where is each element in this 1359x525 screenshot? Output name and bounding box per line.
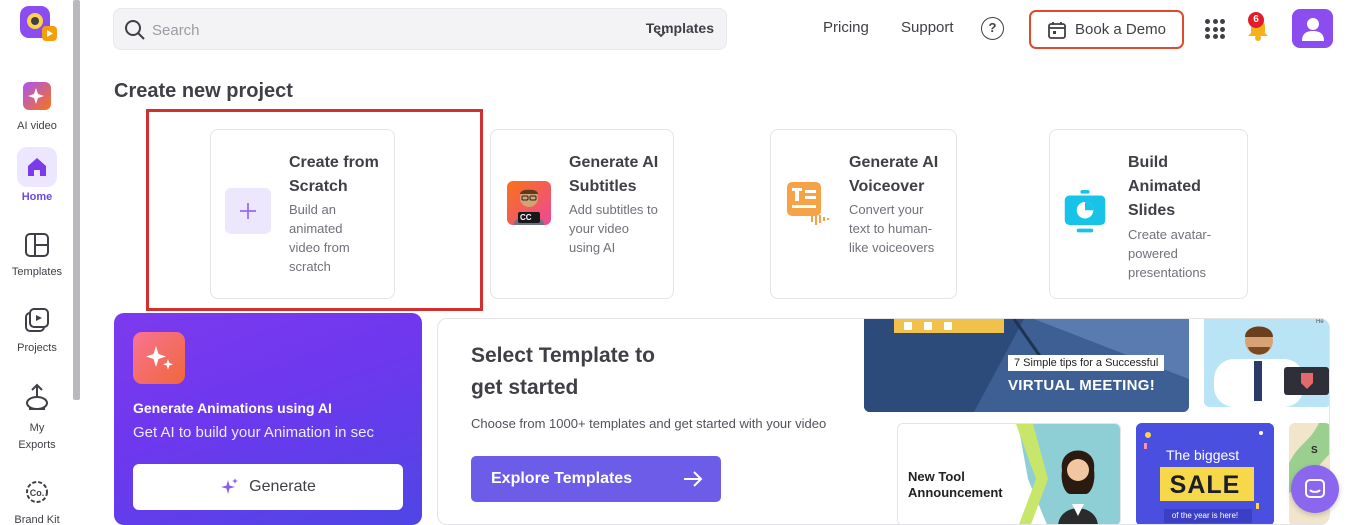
page-title: Create new project bbox=[114, 80, 293, 102]
brand-kit-icon: Co. bbox=[17, 474, 57, 510]
arrow-right-icon bbox=[684, 471, 703, 487]
sidebar-item-label: Projects bbox=[17, 342, 57, 354]
templates-dropdown[interactable]: Templates bbox=[646, 20, 714, 38]
template-thumbnail-sale[interactable]: The biggest SALE of the year is here! bbox=[1136, 423, 1274, 524]
pricing-link[interactable]: Pricing bbox=[823, 19, 869, 36]
sparkle-icon bbox=[221, 478, 239, 494]
app-logo[interactable] bbox=[18, 4, 58, 44]
svg-text:Co.: Co. bbox=[30, 488, 45, 498]
template-panel-title: Select Template to get started bbox=[471, 344, 655, 399]
svg-text:He: He bbox=[1316, 319, 1324, 325]
projects-icon bbox=[17, 304, 57, 338]
card-title: Generate AI Voiceover bbox=[849, 154, 939, 195]
sidebar-item-label: Home bbox=[21, 191, 53, 203]
calendar-icon bbox=[1048, 21, 1066, 39]
search-input[interactable] bbox=[152, 18, 592, 42]
build-animated-slides-card[interactable]: Build Animated Slides Create avatar-powe… bbox=[1049, 129, 1248, 299]
chevron-down-icon bbox=[656, 31, 666, 38]
meeting-thumb-line1: 7 Simple tips for a Successful bbox=[1008, 355, 1165, 371]
generate-button[interactable]: Generate bbox=[133, 464, 403, 510]
meeting-thumb-line2: VIRTUAL MEETING! bbox=[1008, 377, 1156, 394]
sidebar-item-label: Brand Kit bbox=[14, 514, 60, 525]
search-bar: Templates bbox=[113, 8, 727, 50]
card-description: Create avatar-powered presentations bbox=[1128, 227, 1212, 280]
template-panel: Select Template to get started Choose fr… bbox=[437, 318, 1330, 525]
template-thumbnail-avatar[interactable]: He bbox=[1204, 319, 1329, 407]
template-thumbnail-virtual-meeting[interactable]: 7 Simple tips for a Successful VIRTUAL M… bbox=[864, 319, 1189, 412]
templates-icon bbox=[17, 228, 57, 262]
sidebar: AI video Home Templates Projects My Expo… bbox=[0, 0, 74, 525]
sidebar-item-home[interactable]: Home bbox=[0, 147, 74, 203]
ai-generate-panel: Generate Animations using AI Get AI to b… bbox=[114, 313, 422, 525]
exports-icon bbox=[17, 380, 57, 416]
cc-badge: CC bbox=[520, 213, 532, 222]
explore-templates-button[interactable]: Explore Templates bbox=[471, 456, 721, 502]
book-demo-button[interactable]: Book a Demo bbox=[1029, 10, 1184, 49]
new-tool-thumb-text: New Tool Announcement bbox=[908, 469, 1003, 500]
card-title: Generate AI Subtitles bbox=[569, 154, 659, 195]
help-icon[interactable]: ? bbox=[981, 17, 1004, 40]
sale-thumb-bottom: of the year is here! bbox=[1171, 511, 1239, 520]
voiceover-icon bbox=[785, 180, 831, 226]
sidebar-item-brand-kit[interactable]: Co. Brand Kit bbox=[0, 474, 74, 525]
explore-templates-label: Explore Templates bbox=[491, 470, 633, 487]
generate-ai-voiceover-card[interactable]: Generate AI Voiceover Convert your text … bbox=[770, 129, 957, 299]
template-panel-subtitle: Choose from 1000+ templates and get star… bbox=[471, 416, 827, 431]
generate-button-label: Generate bbox=[249, 478, 316, 495]
ai-video-icon bbox=[17, 76, 57, 116]
sidebar-item-label: My Exports bbox=[18, 422, 56, 451]
book-demo-label: Book a Demo bbox=[1075, 21, 1166, 38]
user-icon bbox=[1301, 17, 1324, 41]
sale-thumb-mid: SALE bbox=[1169, 471, 1241, 499]
user-avatar[interactable] bbox=[1292, 9, 1333, 48]
notification-count-badge: 6 bbox=[1248, 12, 1264, 28]
chat-support-button[interactable] bbox=[1291, 465, 1339, 513]
template-thumbnail-new-tool[interactable]: New Tool Announcement bbox=[897, 423, 1121, 524]
card-title: Build Animated Slides bbox=[1128, 154, 1201, 219]
sidebar-item-projects[interactable]: Projects bbox=[0, 304, 74, 354]
home-icon bbox=[17, 147, 57, 187]
ai-panel-subtitle: Get AI to build your Animation in sec bbox=[133, 424, 374, 441]
sidebar-item-label: Templates bbox=[11, 266, 63, 278]
sparkle-icon bbox=[133, 332, 185, 384]
sidebar-item-my-exports[interactable]: My Exports bbox=[0, 380, 74, 454]
card-description: Convert your text to human-like voiceove… bbox=[849, 202, 935, 255]
subtitles-avatar-icon: CC bbox=[506, 180, 552, 226]
sale-thumb-top: The biggest bbox=[1166, 447, 1240, 463]
apps-grid-icon[interactable] bbox=[1205, 19, 1225, 39]
search-icon bbox=[125, 20, 145, 40]
svg-text:S: S bbox=[1311, 445, 1318, 456]
avatar-illustration: He bbox=[1204, 319, 1329, 407]
chat-icon bbox=[1305, 479, 1325, 498]
card-description: Add subtitles to your video using AI bbox=[569, 202, 658, 255]
generate-ai-subtitles-card[interactable]: CC Generate AI Subtitles Add subtitles t… bbox=[490, 129, 674, 299]
ai-panel-title: Generate Animations using AI bbox=[133, 400, 332, 416]
sidebar-scrollbar[interactable] bbox=[73, 0, 80, 400]
sidebar-item-templates[interactable]: Templates bbox=[0, 228, 74, 278]
selection-highlight-box bbox=[146, 109, 483, 311]
sidebar-item-ai-video[interactable]: AI video bbox=[0, 76, 74, 132]
slides-icon bbox=[1062, 190, 1108, 236]
sidebar-item-label: AI video bbox=[17, 120, 57, 132]
support-link[interactable]: Support bbox=[901, 19, 954, 36]
